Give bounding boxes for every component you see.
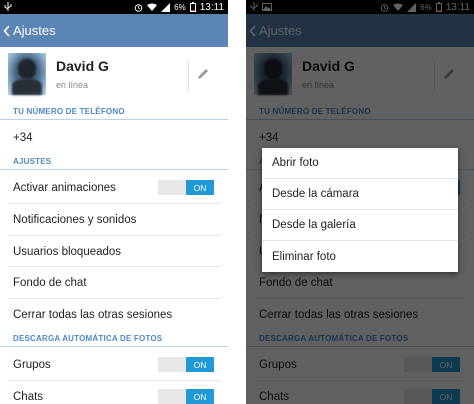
profile-status: en línea bbox=[56, 80, 89, 90]
section-header-settings: AJUSTES bbox=[0, 154, 228, 170]
phone-number-row[interactable]: +34 bbox=[0, 122, 228, 153]
phone-number: +34 bbox=[13, 131, 33, 144]
alarm-icon bbox=[134, 3, 143, 12]
settings-item-close-sessions[interactable]: Cerrar todas las otras sesiones bbox=[0, 299, 228, 330]
page-title[interactable]: Ajustes bbox=[13, 23, 56, 38]
toggle-on-label: ON bbox=[186, 180, 214, 195]
back-chevron-icon[interactable] bbox=[3, 24, 13, 38]
battery-percent: 6% bbox=[174, 2, 186, 12]
download-item-label: Grupos bbox=[13, 358, 51, 371]
groups-toggle[interactable]: ON bbox=[158, 357, 214, 372]
profile-name: David G bbox=[56, 58, 109, 74]
menu-item-open-photo[interactable]: Abrir foto bbox=[262, 148, 458, 179]
section-header-downloads: DESCARGA AUTOMÁTICA DE FOTOS bbox=[0, 331, 228, 347]
toggle-on-label: ON bbox=[186, 357, 214, 372]
settings-item-label: Fondo de chat bbox=[13, 276, 87, 289]
signal-icon bbox=[161, 2, 171, 12]
action-bar: Ajustes bbox=[0, 14, 228, 47]
menu-item-delete-photo[interactable]: Eliminar foto bbox=[262, 241, 458, 272]
section-header-label: TU NÚMERO DE TELÉFONO bbox=[13, 107, 125, 116]
section-header-phone: TU NÚMERO DE TELÉFONO bbox=[0, 104, 228, 120]
divider bbox=[188, 61, 189, 91]
settings-screen-with-menu: 6% 13:11 Ajustes David G en línea TU NÚM… bbox=[246, 0, 474, 404]
settings-item-label: Activar animaciones bbox=[13, 181, 116, 194]
menu-item-from-camera[interactable]: Desde la cámara bbox=[262, 179, 458, 210]
status-bar: 6% 13:11 bbox=[0, 0, 228, 14]
settings-item-blocked-users[interactable]: Usuarios bloqueados bbox=[0, 236, 228, 267]
avatar[interactable] bbox=[8, 53, 46, 95]
usb-icon bbox=[4, 2, 12, 12]
toggle-on-label: ON bbox=[186, 389, 214, 404]
section-header-label: DESCARGA AUTOMÁTICA DE FOTOS bbox=[13, 334, 163, 343]
settings-screen: 6% 13:11 Ajustes David G en línea TU NÚM… bbox=[0, 0, 228, 404]
settings-item-notifications[interactable]: Notificaciones y sonidos bbox=[0, 204, 228, 235]
chats-toggle[interactable]: ON bbox=[158, 389, 214, 404]
settings-item-label: Usuarios bloqueados bbox=[13, 245, 122, 258]
settings-item-chat-background[interactable]: Fondo de chat bbox=[0, 267, 228, 298]
settings-item-label: Notificaciones y sonidos bbox=[13, 213, 137, 226]
wifi-icon bbox=[147, 3, 158, 12]
settings-item-label: Cerrar todas las otras sesiones bbox=[13, 308, 173, 321]
battery-icon bbox=[189, 2, 196, 12]
clock: 13:11 bbox=[199, 1, 224, 13]
photo-options-menu: Abrir foto Desde la cámara Desde la gale… bbox=[262, 148, 458, 272]
menu-item-from-gallery[interactable]: Desde la galería bbox=[262, 210, 458, 241]
edit-pencil-icon[interactable] bbox=[196, 67, 212, 83]
section-header-label: AJUSTES bbox=[13, 157, 52, 166]
profile-header: David G en línea bbox=[0, 47, 228, 103]
animations-toggle[interactable]: ON bbox=[158, 180, 214, 195]
download-item-label: Chats bbox=[13, 390, 44, 403]
